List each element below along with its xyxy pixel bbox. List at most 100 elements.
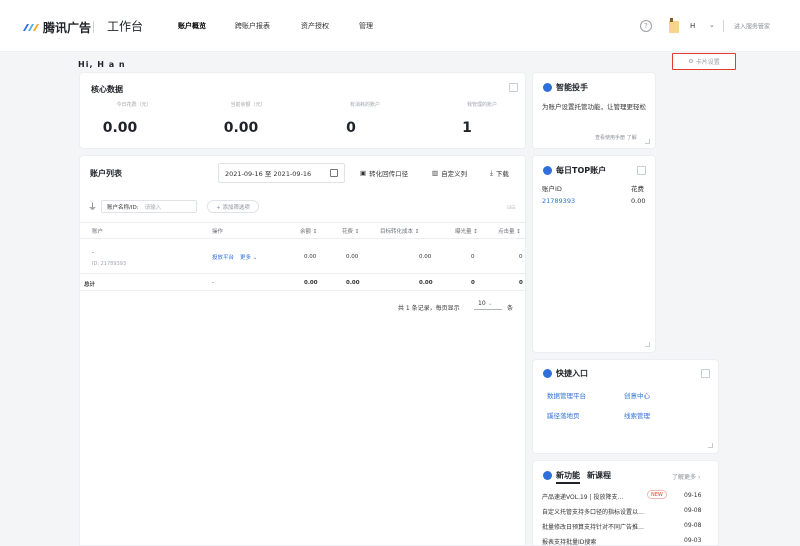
- greeting: Hi, H a n: [78, 60, 126, 69]
- divider: [93, 21, 94, 33]
- column-header[interactable]: 目标转化成本 ↕: [380, 227, 419, 235]
- column-header[interactable]: 点击量 ↕: [498, 227, 521, 235]
- tab-asset-authorization[interactable]: 资产授权: [301, 21, 329, 31]
- help-icon[interactable]: ?: [640, 20, 652, 32]
- conversion-caliber-button[interactable]: ▣ 转化回传口径: [360, 168, 408, 178]
- news-item[interactable]: 自定义托管支持多口径的指标设置以…: [542, 507, 644, 516]
- tab-management[interactable]: 管理: [359, 21, 373, 31]
- custom-columns-button[interactable]: ▥ 自定义列: [432, 168, 467, 178]
- chevron-down-icon: ⌄: [252, 255, 258, 261]
- divider: [80, 290, 525, 291]
- total-action: -: [212, 280, 214, 286]
- metric-value: 1: [462, 120, 472, 136]
- page-size-value: 10: [478, 300, 486, 307]
- tab-cross-account-report[interactable]: 跨账户报表: [235, 21, 270, 31]
- filter-bar: ⏚ 账户名称/ID: 请输入: [88, 200, 198, 213]
- ad-platform-link[interactable]: 投放平台: [212, 253, 234, 261]
- quick-entry-icon: [543, 369, 552, 378]
- quick-link-landing-page[interactable]: 蹊径落地页: [547, 410, 580, 420]
- filter-icon[interactable]: ⏚: [88, 200, 97, 213]
- metric-label: 我管理的账户: [466, 102, 498, 108]
- columns-icon: ▥: [432, 169, 439, 177]
- assistant-description: 为账户设置托管功能，让管理更轻松: [542, 103, 646, 111]
- metric-value: 0: [346, 120, 356, 136]
- new-badge: NEW: [647, 490, 667, 499]
- tool-label: 下载: [495, 170, 509, 178]
- card-settings-button[interactable]: ⚙ 卡片设置: [672, 53, 736, 70]
- page-size-select[interactable]: 10 ⌄: [474, 298, 502, 310]
- total-cost: 0.00: [346, 280, 360, 286]
- tab-account-overview[interactable]: 账户概览: [178, 21, 206, 31]
- divider: [80, 238, 525, 239]
- card-title: 每日TOP账户: [556, 166, 607, 175]
- export-icon[interactable]: [509, 83, 518, 92]
- card-title: 智能投手: [556, 83, 588, 92]
- divider: [80, 222, 525, 223]
- export-icon[interactable]: [701, 369, 710, 378]
- top-account-cost: 0.00: [631, 197, 646, 205]
- workbench-title: 工作台: [107, 19, 144, 34]
- news-date: 09-08: [684, 522, 702, 529]
- metric-value: 0.00: [102, 120, 138, 136]
- column-header[interactable]: 曝光量 ↕: [455, 227, 478, 235]
- tab-new-courses[interactable]: 新课程: [587, 470, 611, 481]
- column-header[interactable]: 余额 ↕: [300, 227, 317, 235]
- tool-label: 自定义列: [441, 170, 468, 178]
- tencent-ads-logo-icon: [23, 24, 39, 31]
- gear-icon: ⚙: [688, 58, 694, 65]
- account-list-card: [79, 155, 526, 546]
- assistant-icon: [543, 83, 552, 92]
- date-range-picker[interactable]: 2021-09-16 至 2021-09-16: [218, 163, 345, 183]
- column-header[interactable]: 花费 ↕: [342, 227, 359, 235]
- user-name[interactable]: H: [690, 22, 695, 30]
- more-label: 更多: [240, 255, 252, 261]
- news-item[interactable]: 报表支持批量ID搜索: [542, 537, 596, 546]
- download-icon: ⤓: [490, 168, 493, 177]
- news-date: 09-08: [684, 507, 702, 514]
- filter-placeholder: 请输入: [144, 204, 162, 211]
- metric-label: 今日花费（元）: [116, 102, 152, 108]
- total-impressions: 0: [471, 280, 475, 286]
- more-dropdown[interactable]: 更多 ⌄: [240, 253, 257, 261]
- add-filter-button[interactable]: + 添加筛选项: [207, 200, 259, 213]
- news-icon: [543, 471, 552, 480]
- metric-value: 0.00: [223, 120, 259, 136]
- column-header: 花费: [631, 185, 644, 193]
- resize-handle-icon: [708, 443, 713, 448]
- metric-label: 有消耗的账户: [349, 102, 381, 108]
- filter-label: 账户名称/ID:: [107, 204, 139, 211]
- core-data-card: 核心数据 今日花费（元） 当前余额（元） 有消耗的账户 我管理的账户 0.00 …: [79, 72, 526, 149]
- account-search-input[interactable]: 账户名称/ID: 请输入: [101, 200, 198, 213]
- download-button[interactable]: ⤓ 下载: [490, 168, 509, 179]
- balance-cell: 0.00: [304, 254, 317, 260]
- quick-link-data-management[interactable]: 数据管理平台: [547, 390, 586, 400]
- export-icon[interactable]: [637, 166, 646, 175]
- account-name[interactable]: -: [92, 250, 94, 256]
- card-title: 核心数据: [91, 85, 123, 94]
- pager-unit: 条: [507, 305, 514, 312]
- divider: [723, 20, 724, 32]
- tab-new-features[interactable]: 新功能: [556, 470, 580, 484]
- assistant-link[interactable]: 查看使用手册 了解: [595, 134, 637, 141]
- chevron-right-icon: ›: [697, 474, 701, 481]
- clicks-cell: 0: [519, 254, 523, 260]
- quick-link-leads-management[interactable]: 线索管理: [624, 410, 650, 420]
- account-id: ID: 21789393: [92, 261, 127, 267]
- settings-icon[interactable]: ⊟⊟: [507, 205, 515, 211]
- news-item[interactable]: 批量修改日预算支持针对不同广告推…: [542, 522, 644, 531]
- chevron-down-icon[interactable]: ⌄: [709, 21, 715, 29]
- pager-summary: 共 1 条记录，每页显示: [398, 305, 460, 312]
- enter-service-link[interactable]: 进入服务管家: [734, 22, 770, 31]
- top-account-id[interactable]: 21789393: [542, 197, 575, 205]
- learn-more-label: 了解更多: [672, 474, 697, 481]
- chevron-down-icon: ⌄: [487, 300, 493, 307]
- avatar[interactable]: [668, 17, 680, 33]
- tool-label: 转化回传口径: [369, 170, 409, 178]
- total-label: 总计: [84, 282, 96, 288]
- metric-label: 当前余额（元）: [230, 102, 266, 108]
- resize-handle-icon: [645, 342, 650, 347]
- learn-more-link[interactable]: 了解更多 ›: [672, 472, 700, 481]
- news-item[interactable]: 产品速递VOL.19 | 投放降支…: [542, 492, 623, 501]
- logo[interactable]: 腾讯广告: [22, 20, 91, 35]
- quick-link-creative-center[interactable]: 创意中心: [624, 390, 650, 400]
